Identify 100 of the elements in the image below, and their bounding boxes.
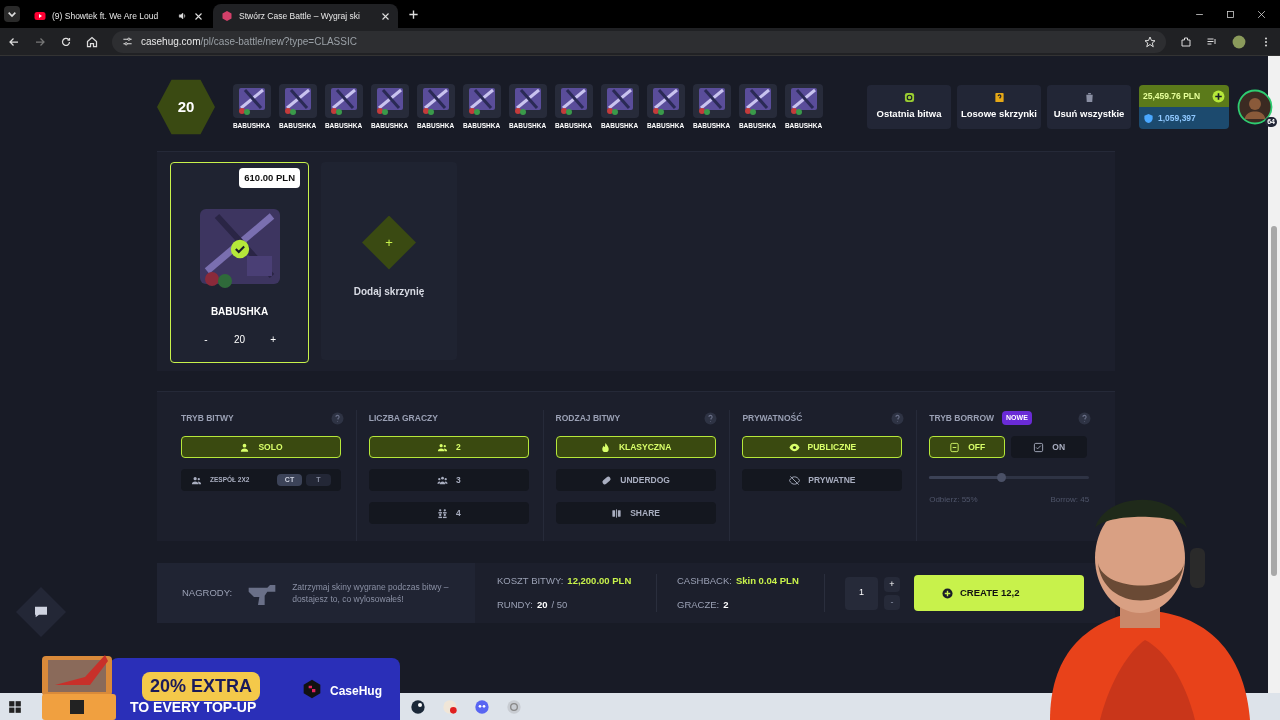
group-icon [436, 474, 448, 486]
quantity-value: 20 [233, 332, 246, 347]
case-thumbnail[interactable] [324, 83, 363, 118]
increase-button[interactable]: + [265, 331, 282, 347]
option-button[interactable]: ON [1011, 436, 1088, 458]
option-button[interactable]: KLASYCZNA [555, 436, 716, 458]
price-tag: 610.00 PLN [239, 168, 300, 189]
new-tab-icon[interactable] [408, 8, 419, 20]
help-icon[interactable] [891, 411, 905, 425]
brand-logo-icon [302, 679, 322, 699]
flame-icon [599, 441, 611, 453]
rounds-total: / 50 [551, 598, 568, 612]
refresh-badge-icon [903, 92, 915, 104]
reload-icon[interactable] [60, 35, 72, 48]
tab-list-icon[interactable] [4, 6, 20, 22]
extensions-icon[interactable] [1180, 35, 1192, 48]
help-icon[interactable] [704, 411, 718, 425]
case-thumbnail[interactable] [784, 83, 823, 118]
restore-icon[interactable] [1226, 9, 1235, 19]
toolbar-button[interactable]: Ostatnia bitwa [867, 85, 951, 129]
checkbox-icon [1033, 441, 1045, 453]
players-grid-icon [436, 507, 448, 519]
close-icon[interactable] [381, 11, 390, 21]
case-thumbnail[interactable] [462, 83, 501, 118]
case-name: BABUSHKA [210, 305, 269, 319]
stat-label: CASHBACK: [677, 573, 732, 588]
coin-balance: 1,059,397 [1158, 111, 1196, 125]
help-icon[interactable] [330, 411, 344, 425]
section-title: LICZBA GRACZY [368, 411, 438, 425]
option-button[interactable]: SOLO [181, 436, 341, 458]
case-thumbnail[interactable] [554, 83, 593, 118]
option-button[interactable]: OFF [929, 436, 1006, 458]
banner-headline: 20% EXTRA [142, 672, 261, 701]
help-icon[interactable] [1078, 411, 1091, 425]
plus-circle-icon [942, 587, 953, 599]
home-icon[interactable] [86, 35, 98, 48]
toolbar-button[interactable]: Losowe skrzynki [957, 85, 1041, 129]
slider-thumb[interactable] [997, 473, 1007, 482]
user-avatar-icon[interactable] [1237, 89, 1273, 125]
section-title: PRYWATNOŚĆ [742, 411, 803, 425]
balance-amount: 25,459.76 PLN [1143, 89, 1201, 103]
add-case-label: Dodaj skrzynię [353, 284, 425, 299]
globe-icon[interactable] [506, 698, 522, 715]
steam-icon[interactable] [410, 698, 426, 715]
windows-start-icon[interactable] [8, 699, 22, 714]
banner-brand: CaseHug [330, 683, 382, 700]
section-title: TRYB BITWY [181, 411, 234, 425]
forward-icon[interactable] [34, 35, 46, 48]
user-icon [239, 441, 251, 453]
option-button[interactable]: 3 [368, 469, 529, 491]
media-icon[interactable] [1206, 35, 1218, 48]
increase-button[interactable]: + [884, 576, 900, 592]
case-thumbnail[interactable] [738, 83, 777, 118]
option-button[interactable]: 4 [368, 502, 529, 524]
case-thumbnail[interactable] [416, 83, 455, 118]
star-icon[interactable] [1144, 35, 1156, 48]
case-card[interactable]: 610.00 PLN BABUSHKA - 20 + [170, 162, 309, 363]
tab-title: (9) Showtek ft. We Are Loud [52, 9, 159, 23]
browser-tab[interactable]: Stwórz Case Battle – Wygraj ski [213, 4, 398, 28]
section-title: TRYB BORROW [929, 411, 995, 425]
create-button[interactable]: CREATE 12,2 [914, 575, 1084, 611]
case-thumbnail[interactable] [646, 83, 685, 118]
option-button[interactable]: PRYWATNE [742, 469, 903, 491]
add-funds-icon[interactable] [1212, 89, 1225, 103]
profile-avatar-icon[interactable] [1232, 34, 1246, 49]
case-thumbnail[interactable] [370, 83, 409, 118]
toolbar-button[interactable]: Usuń wszystkie [1047, 85, 1131, 129]
close-icon[interactable] [1257, 9, 1266, 19]
rewards-description: Zatrzymaj skiny wygrane podczas bitwy – dostajesz to, co wylosowałeś! [292, 581, 450, 605]
add-button[interactable]: + [362, 215, 416, 270]
case-thumbnail[interactable] [692, 83, 731, 118]
decrease-button[interactable]: - [884, 594, 900, 610]
chat-app-icon[interactable] [474, 698, 490, 715]
disc-icon[interactable] [442, 698, 458, 715]
eye-off-icon [789, 474, 801, 486]
users-icon [191, 474, 202, 486]
chat-icon [33, 604, 49, 620]
decrease-button[interactable]: - [197, 331, 214, 347]
option-button[interactable]: 2 [368, 436, 529, 458]
option-button[interactable]: SHARE [555, 502, 716, 524]
close-icon[interactable] [194, 11, 203, 21]
case-thumbnail[interactable] [232, 83, 271, 118]
section-title: RODZAJ BITWY [555, 411, 621, 425]
stat-value: 2 [723, 598, 729, 612]
eye-icon [788, 441, 800, 453]
option-button[interactable]: UNDERDOG [555, 469, 716, 491]
case-count: 20 [157, 78, 215, 136]
cube-icon [221, 10, 233, 22]
slider-track[interactable] [929, 476, 1090, 479]
back-icon[interactable] [8, 35, 20, 48]
case-thumbnail[interactable] [600, 83, 639, 118]
pill-icon [601, 474, 613, 486]
address-bar[interactable]: casehug.com/pl/case-battle/new?type=CLASSIC [112, 30, 1166, 53]
option-button[interactable]: PUBLICZNE [742, 436, 903, 458]
case-thumbnail[interactable] [278, 83, 317, 118]
case-thumbnail[interactable] [508, 83, 547, 118]
quantity-field[interactable]: 1 [845, 576, 878, 610]
banner-subline: TO EVERY TOP-UP [130, 698, 257, 717]
add-case-card[interactable]: + Dodaj skrzynię [321, 162, 457, 360]
stat-value: 12,200.00 PLN [567, 573, 632, 588]
